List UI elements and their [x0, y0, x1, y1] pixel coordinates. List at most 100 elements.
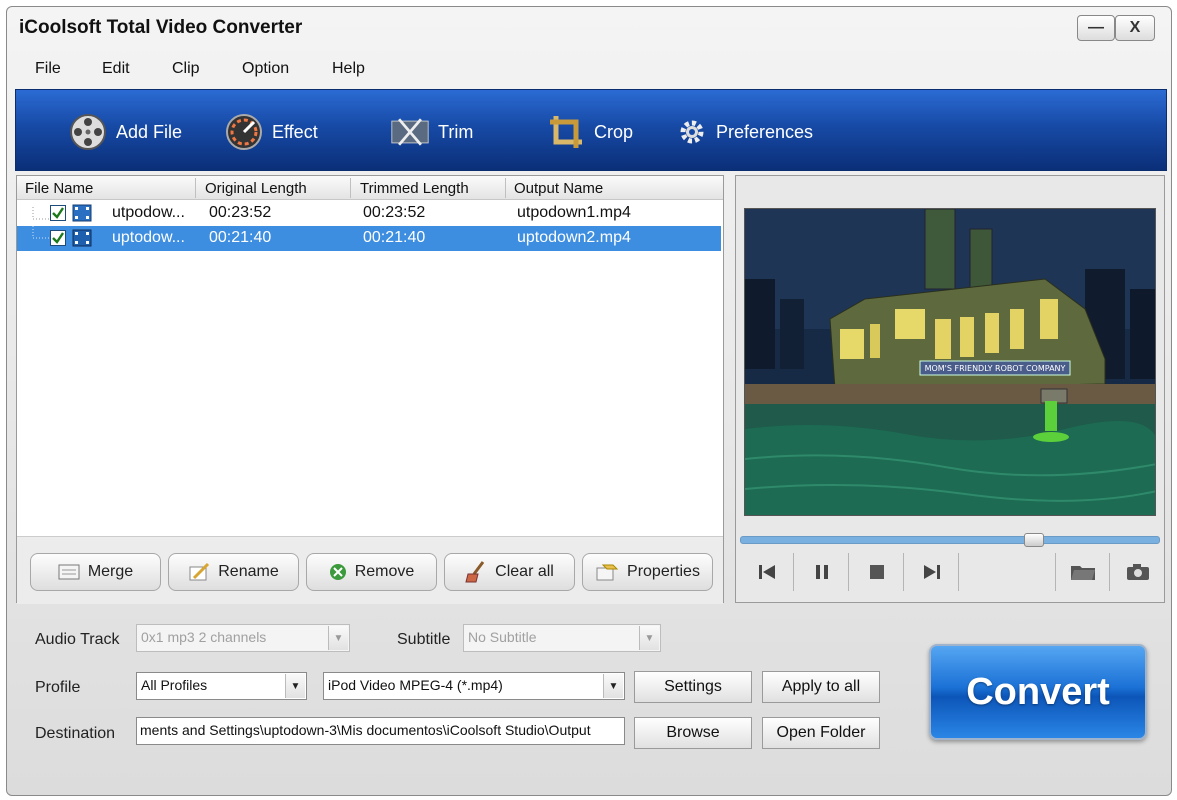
column-file-name[interactable]: File Name — [25, 180, 93, 197]
rename-label: Rename — [218, 563, 279, 580]
open-folder-button[interactable]: Open Folder — [762, 717, 880, 749]
trim-label: Trim — [438, 121, 474, 142]
main-toolbar: Add File Effect Trim Crop Preferences — [15, 89, 1167, 171]
remove-label: Remove — [354, 563, 415, 580]
merge-label: Merge — [87, 563, 134, 580]
minimize-button[interactable]: — — [1077, 15, 1115, 41]
profile-label: Profile — [35, 679, 81, 696]
column-trimmed-length[interactable]: Trimmed Length — [360, 180, 469, 197]
previous-button[interactable] — [740, 553, 794, 591]
row-trimmed-length: 00:23:52 — [363, 204, 426, 221]
row-file-name: utpodow... — [112, 204, 185, 221]
menu-help[interactable]: Help — [332, 60, 365, 78]
audio-track-select[interactable]: 0x1 mp3 2 channels ▼ — [136, 624, 350, 652]
menu-bar: File Edit Clip Option Help — [7, 55, 1171, 85]
rename-pencil-icon — [189, 562, 210, 581]
audio-track-value: 0x1 mp3 2 channels — [141, 629, 267, 645]
broom-icon — [465, 561, 485, 583]
menu-file[interactable]: File — [35, 60, 61, 78]
destination-label: Destination — [35, 725, 116, 742]
video-file-icon — [72, 229, 92, 247]
row-checkbox[interactable] — [50, 230, 66, 246]
table-row[interactable]: uptodow... 00:21:40 00:21:40 uptodown2.m… — [17, 226, 721, 251]
gear-icon — [676, 112, 708, 152]
seek-bar[interactable] — [740, 533, 1160, 547]
pause-button[interactable] — [795, 553, 849, 591]
settings-button[interactable]: Settings — [634, 671, 752, 703]
file-list-header: File Name Original Length Trimmed Length… — [17, 176, 723, 200]
effect-label: Effect — [272, 121, 318, 142]
clear-all-label: Clear all — [495, 563, 554, 580]
destination-value: ments and Settings\uptodown-3\Mis docume… — [140, 722, 591, 738]
factory-sign-text: MOM'S FRIENDLY ROBOT COMPANY — [925, 364, 1066, 373]
apply-to-all-button[interactable]: Apply to all — [762, 671, 880, 703]
seek-handle[interactable] — [1024, 533, 1044, 547]
row-output-name: utpodown1.mp4 — [517, 204, 631, 221]
row-original-length: 00:23:52 — [209, 204, 272, 221]
chevron-down-icon[interactable]: ▼ — [285, 674, 305, 698]
chevron-down-icon[interactable]: ▼ — [603, 674, 623, 698]
rename-button[interactable]: Rename — [168, 553, 299, 591]
stop-icon — [869, 565, 884, 579]
properties-button[interactable]: Properties — [582, 553, 713, 591]
controls-spacer — [960, 553, 1056, 591]
crop-button[interactable]: Crop — [546, 112, 633, 152]
preview-panel: MOM'S FRIENDLY ROBOT COMPANY — [735, 175, 1165, 603]
clear-all-button[interactable]: Clear all — [444, 553, 575, 591]
properties-icon — [596, 564, 619, 581]
pause-icon — [815, 565, 828, 579]
column-divider[interactable] — [195, 178, 196, 198]
add-file-label: Add File — [116, 121, 183, 142]
video-preview[interactable]: MOM'S FRIENDLY ROBOT COMPANY — [744, 208, 1156, 516]
stop-button[interactable] — [850, 553, 904, 591]
app-window: iCoolsoft Total Video Converter — X File… — [6, 6, 1172, 796]
convert-button[interactable]: Convert — [929, 644, 1147, 740]
row-trimmed-length: 00:21:40 — [363, 229, 426, 246]
chevron-down-icon[interactable]: ▼ — [328, 626, 348, 650]
folder-icon — [1070, 566, 1095, 580]
video-file-icon — [72, 204, 92, 222]
merge-button[interactable]: Merge — [30, 553, 161, 591]
chevron-down-icon[interactable]: ▼ — [639, 626, 659, 650]
profile-category-select[interactable]: All Profiles ▼ — [136, 672, 307, 700]
open-snapshot-folder-button[interactable] — [1056, 553, 1110, 591]
trim-button[interactable]: Trim — [390, 112, 473, 152]
list-button-bar: Merge Rename Remove Clear all Properties — [17, 536, 723, 604]
row-output-name: uptodown2.mp4 — [517, 229, 631, 246]
check-icon — [52, 207, 64, 219]
skip-back-icon — [758, 565, 775, 579]
column-divider[interactable] — [350, 178, 351, 198]
snapshot-button[interactable] — [1111, 553, 1165, 591]
next-button[interactable] — [905, 553, 959, 591]
menu-clip[interactable]: Clip — [172, 60, 200, 78]
effect-dial-icon — [224, 112, 264, 152]
table-row[interactable]: utpodow... 00:23:52 00:23:52 utpodown1.m… — [17, 201, 721, 226]
remove-icon — [329, 564, 346, 580]
skip-forward-icon — [923, 565, 940, 579]
remove-button[interactable]: Remove — [306, 553, 437, 591]
profile-select[interactable]: iPod Video MPEG-4 (*.mp4) ▼ — [323, 672, 625, 700]
row-original-length: 00:21:40 — [209, 229, 272, 246]
column-output-name[interactable]: Output Name — [514, 180, 603, 197]
preferences-button[interactable]: Preferences — [676, 112, 813, 152]
subtitle-select[interactable]: No Subtitle ▼ — [463, 624, 661, 652]
crop-icon — [546, 112, 586, 152]
camera-icon — [1127, 564, 1149, 580]
trim-scissors-icon — [390, 112, 430, 152]
column-divider[interactable] — [505, 178, 506, 198]
effect-button[interactable]: Effect — [224, 112, 318, 152]
destination-input[interactable]: ments and Settings\uptodown-3\Mis docume… — [136, 717, 625, 745]
menu-option[interactable]: Option — [242, 60, 289, 78]
close-button[interactable]: X — [1115, 15, 1155, 41]
row-checkbox[interactable] — [50, 205, 66, 221]
menu-edit[interactable]: Edit — [102, 60, 130, 78]
window-title: iCoolsoft Total Video Converter — [19, 17, 303, 38]
add-file-button[interactable]: Add File — [68, 112, 182, 152]
column-original-length[interactable]: Original Length — [205, 180, 307, 197]
audio-track-label: Audio Track — [35, 631, 120, 648]
browse-button[interactable]: Browse — [634, 717, 752, 749]
tree-line-icon — [32, 207, 49, 220]
profile-value: iPod Video MPEG-4 (*.mp4) — [328, 677, 503, 693]
crop-label: Crop — [594, 121, 634, 142]
title-bar: iCoolsoft Total Video Converter — X — [7, 7, 1171, 49]
